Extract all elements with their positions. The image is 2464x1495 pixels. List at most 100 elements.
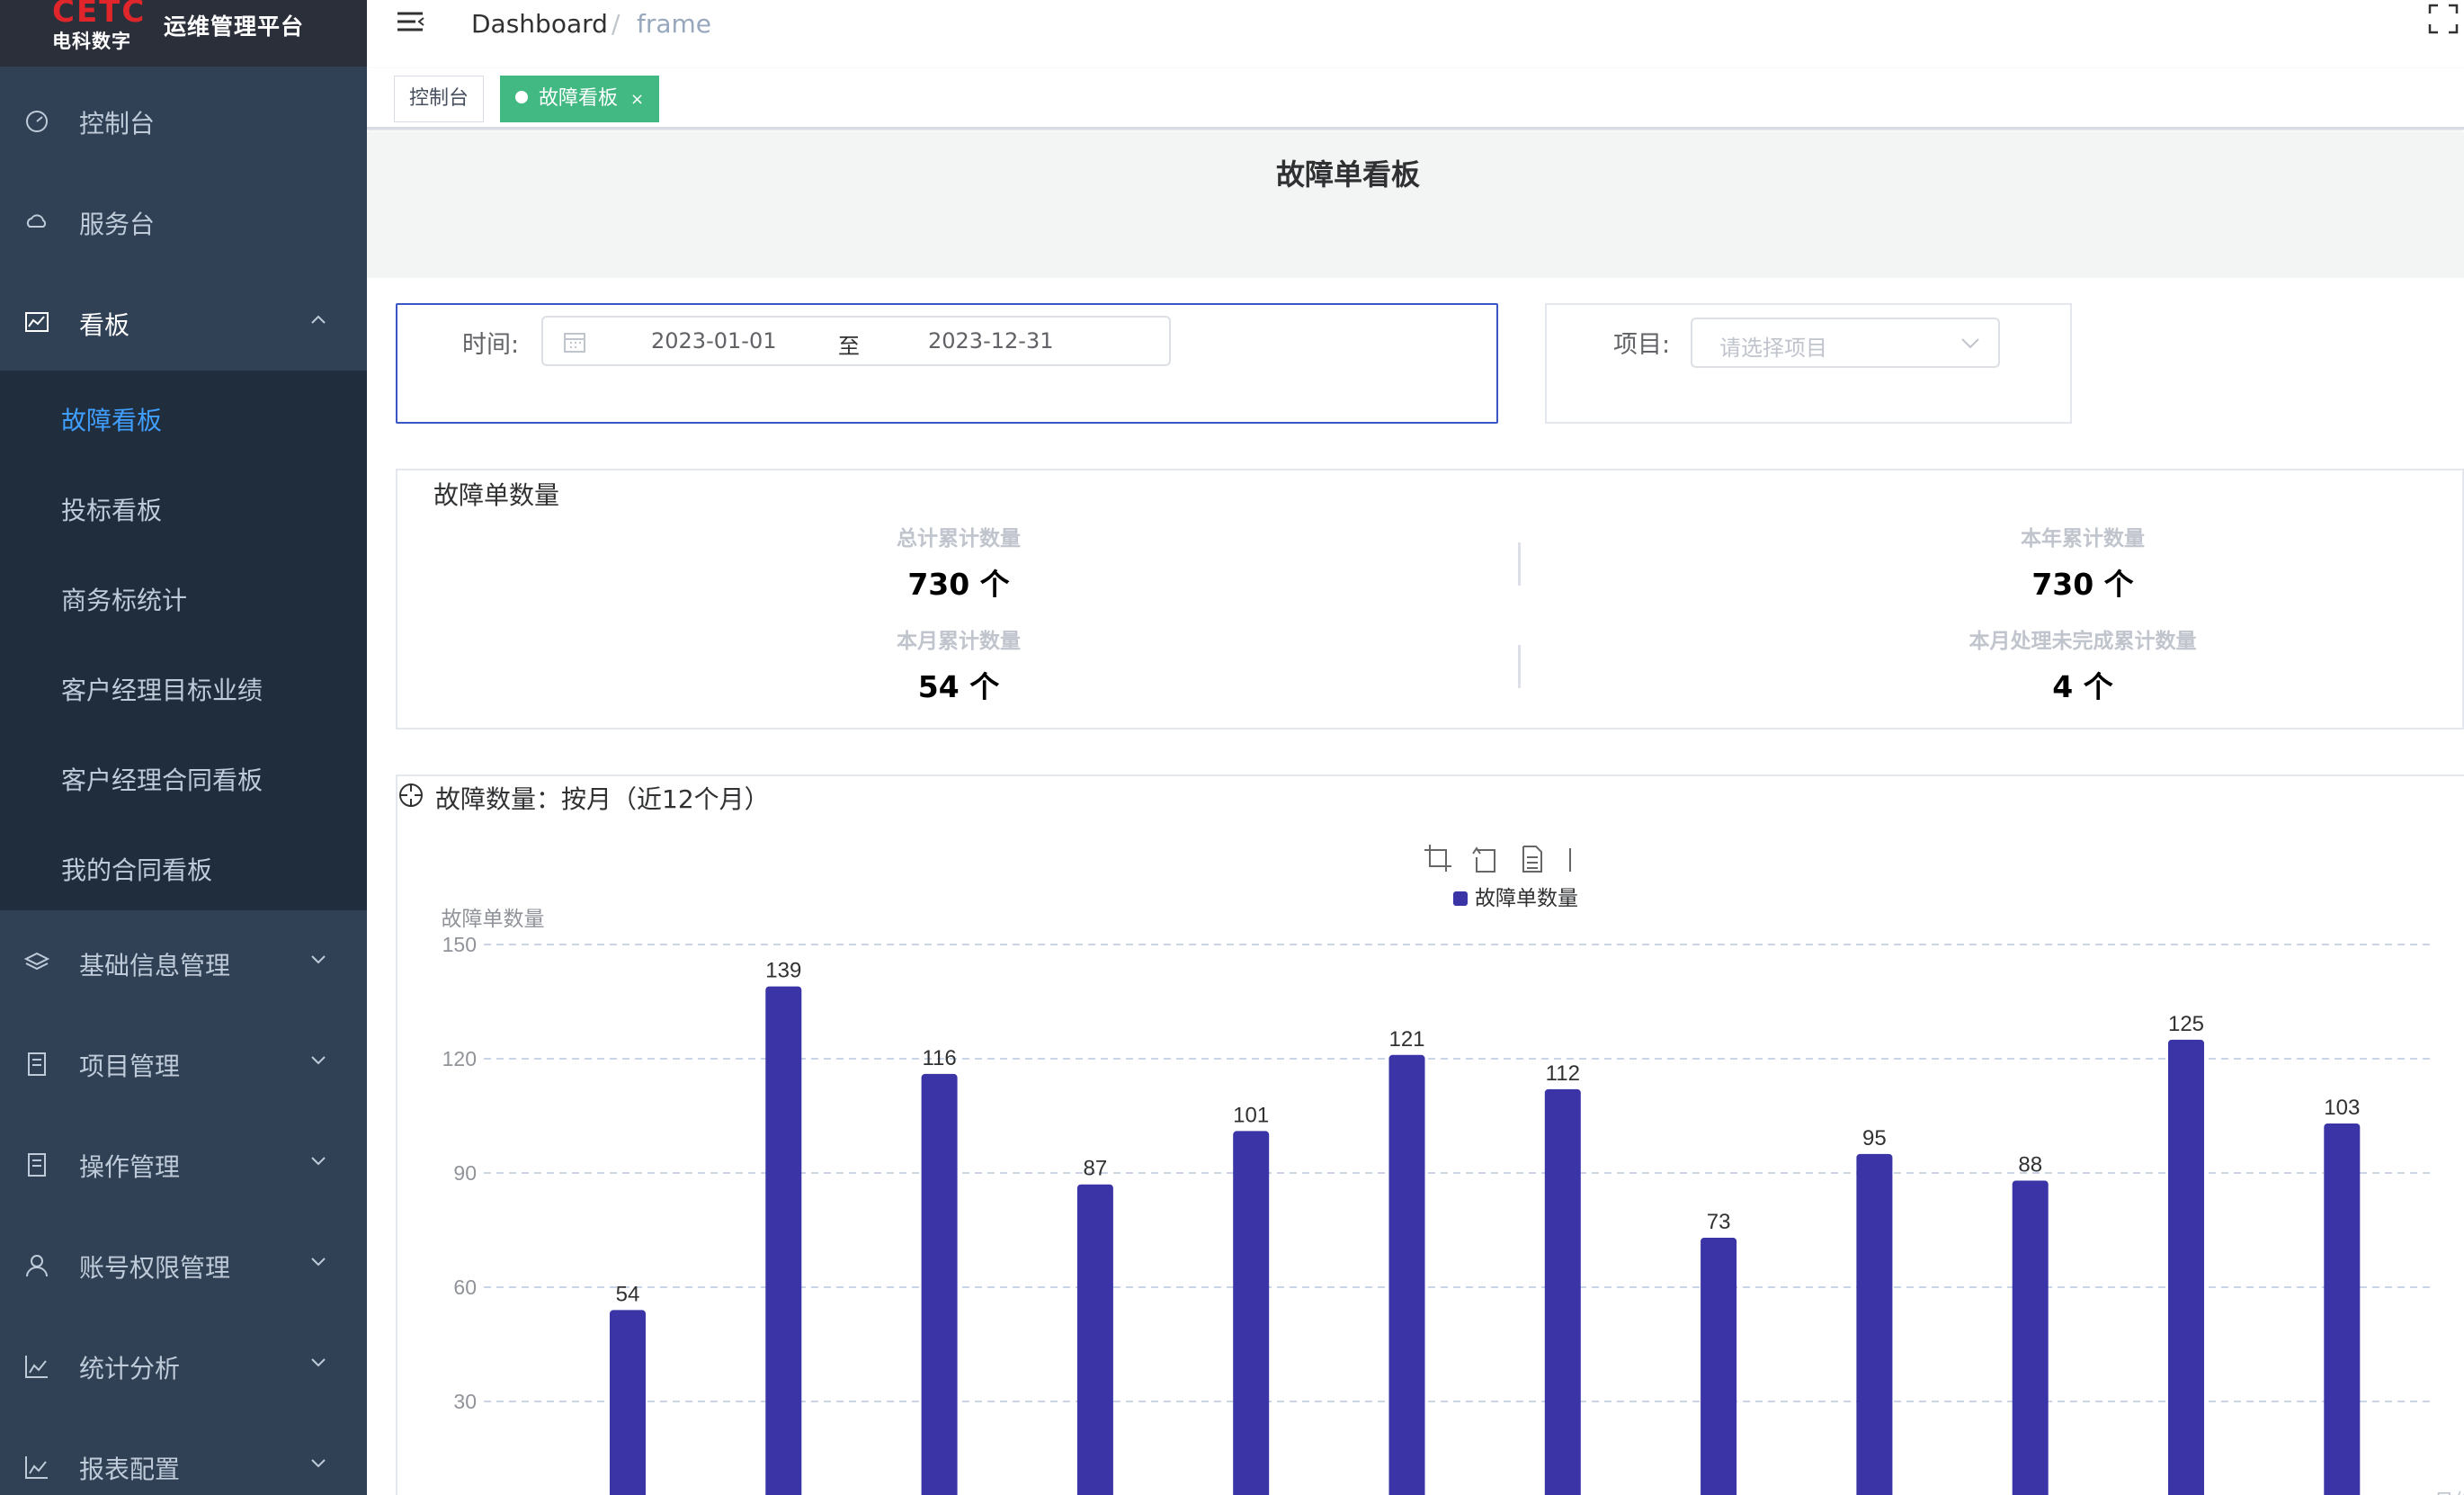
sidebar-subitem-manager-targets[interactable]: 客户经理目标业绩 — [0, 640, 367, 730]
sidebar-subitem-manager-contracts[interactable]: 客户经理合同看板 — [0, 730, 367, 820]
sidebar-subitem-label: 故障看板 — [61, 406, 163, 435]
sidebar-item-basic-info[interactable]: 基础信息管理 — [0, 912, 367, 1013]
sidebar-item-label: 控制台 — [79, 109, 156, 139]
sidebar-item-report-config[interactable]: 报表配置 — [0, 1416, 367, 1495]
sidebar-item-project-mgmt[interactable]: 项目管理 — [0, 1013, 367, 1114]
zoom-reset-icon[interactable] — [1472, 846, 1495, 873]
project-select-placeholder: 请选择项目 — [1719, 336, 1827, 361]
y-axis-label: 故障单数量 — [442, 908, 545, 931]
stat-total-value: 730 个 — [907, 567, 1010, 602]
sidebar-subitem-my-contracts[interactable]: 我的合同看板 — [0, 820, 367, 910]
chevron-down-icon — [1961, 338, 1979, 349]
sidebar-item-label: 操作管理 — [79, 1152, 181, 1182]
bar-value-label: 54 — [616, 1282, 640, 1306]
breadcrumb-separator: / — [612, 9, 620, 39]
sidebar-subitem-fault-board[interactable]: 故障看板 — [0, 371, 367, 461]
legend-swatch — [1453, 891, 1468, 906]
bar-value-label: 125 — [2168, 1012, 2204, 1036]
sidebar-item-label: 看板 — [79, 310, 130, 340]
logo-bar: CETC 电科数字 运维管理平台 — [0, 0, 367, 67]
stat-total: 总计累计数量 730 个 — [689, 521, 1228, 604]
bar-value-label: 73 — [1707, 1210, 1731, 1234]
bar-chart: 0306090120150故障单数量月份故障单数量541391168710112… — [442, 845, 2464, 1495]
date-end-input[interactable]: 2023-12-31 — [928, 328, 1053, 354]
bar — [765, 986, 802, 1495]
sidebar-item-service-desk[interactable]: 服务台 — [0, 171, 367, 272]
bar — [2324, 1123, 2361, 1495]
page-title: 故障单看板 — [1275, 157, 1420, 192]
tag-console[interactable]: 控制台 — [394, 76, 485, 122]
y-tick-label: 60 — [453, 1276, 477, 1299]
layers-icon — [23, 952, 50, 971]
sidebar-item-label: 账号权限管理 — [79, 1253, 231, 1283]
bar-value-label: 95 — [1862, 1126, 1887, 1150]
cetc-logo: CETC 电科数字 — [52, 0, 144, 56]
cloud-icon — [26, 214, 47, 228]
breadcrumb-dashboard[interactable]: Dashboard — [471, 9, 608, 39]
bar-value-label: 112 — [1546, 1061, 1580, 1086]
close-icon[interactable]: × — [630, 90, 644, 109]
document-icon — [28, 1052, 46, 1076]
y-tick-label: 120 — [442, 1047, 477, 1070]
sidebar-subitem-business-bid-stats[interactable]: 商务标统计 — [0, 551, 367, 640]
x-axis-label: 月份 — [2433, 1491, 2464, 1495]
date-range-picker[interactable]: 2023-01-01 至 2023-12-31 — [541, 316, 1171, 366]
sidebar-item-console[interactable]: 控制台 — [0, 70, 367, 171]
stat-month-label: 本月累计数量 — [897, 630, 1021, 653]
sidebar-item-label: 服务台 — [79, 210, 156, 239]
monthly-fault-chart-card: 故障数量：按月（近12个月） 30 60 90 120 150 故障单数量 故障… — [396, 774, 2464, 1495]
sidebar-subitem-label: 投标看板 — [61, 496, 163, 525]
fullscreen-icon[interactable] — [2428, 4, 2459, 34]
time-filter-card: 时间: 2023-01-01 至 2023-12-31 — [396, 303, 1498, 424]
project-select[interactable]: 请选择项目 — [1691, 318, 2000, 368]
document-icon — [28, 1153, 46, 1177]
app-title: 运维管理平台 — [164, 13, 305, 40]
stat-year-value: 730 个 — [2031, 567, 2134, 602]
app-root: CETC 电科数字 运维管理平台 控制台 服务台 看板 故障看板 投标看板 商务… — [0, 0, 2464, 1495]
sidebar-item-operation-mgmt[interactable]: 操作管理 — [0, 1114, 367, 1214]
logo-text: CETC — [52, 0, 147, 30]
bar — [1701, 1237, 1737, 1495]
tag-label: 故障看板 — [539, 87, 619, 110]
sidebar-item-statistics[interactable]: 统计分析 — [0, 1315, 367, 1416]
sidebar-subitem-bid-board[interactable]: 投标看板 — [0, 461, 367, 551]
fault-count-card: 故障单数量 总计累计数量 730 个 本年累计数量 730 个 本月累计数量 5… — [396, 469, 2464, 730]
boards-submenu: 故障看板 投标看板 商务标统计 客户经理目标业绩 客户经理合同看板 我的合同看板 — [0, 371, 367, 910]
sidebar-item-boards[interactable]: 看板 — [0, 272, 367, 372]
stat-month-value: 54 个 — [917, 669, 1000, 704]
bar-value-label: 101 — [1233, 1103, 1269, 1127]
logo-subtitle: 电科数字 — [52, 31, 131, 52]
line-chart-icon — [25, 1456, 48, 1479]
tag-label: 控制台 — [409, 87, 469, 110]
line-chart-icon — [25, 1356, 48, 1378]
zoom-select-icon[interactable] — [1424, 845, 1451, 872]
stat-year-label: 本年累计数量 — [2021, 527, 2145, 551]
breadcrumb-current: frame — [637, 9, 712, 39]
tag-fault-board[interactable]: 故障看板 × — [500, 76, 660, 122]
data-view-icon[interactable] — [1522, 846, 1542, 873]
date-start-input[interactable]: 2023-01-01 — [651, 328, 776, 354]
main-content: 故障单看板 时间: 2023-01-01 至 2023-12-31 项目: 请选… — [367, 132, 2464, 1495]
calendar-icon — [564, 333, 585, 353]
stat-divider — [1518, 645, 1521, 688]
chevron-up-icon — [311, 315, 326, 324]
bar — [2168, 1039, 2204, 1495]
date-range-separator: 至 — [838, 334, 860, 359]
project-label: 项目: — [1613, 331, 1671, 359]
sidebar-subitem-label: 我的合同看板 — [61, 855, 213, 885]
project-filter-card: 项目: 请选择项目 — [1545, 303, 2072, 424]
sidebar-subitem-label: 商务标统计 — [61, 586, 188, 615]
bar-value-label: 121 — [1388, 1027, 1424, 1052]
stat-unfinished: 本月处理未完成累计数量 4 个 — [1813, 623, 2352, 706]
legend-label: 故障单数量 — [1475, 887, 1578, 910]
y-tick-label: 150 — [442, 933, 477, 956]
bar — [1856, 1153, 1893, 1495]
hamburger-menu-icon[interactable] — [396, 9, 426, 38]
stat-total-label: 总计累计数量 — [897, 527, 1021, 551]
chevron-down-icon — [311, 1459, 326, 1468]
count-card-title: 故障单数量 — [433, 480, 560, 510]
chevron-down-icon — [311, 1258, 326, 1267]
bar-value-label: 88 — [2018, 1152, 2042, 1177]
sidebar-item-account-permissions[interactable]: 账号权限管理 — [0, 1214, 367, 1315]
bar-value-label: 139 — [765, 959, 801, 983]
